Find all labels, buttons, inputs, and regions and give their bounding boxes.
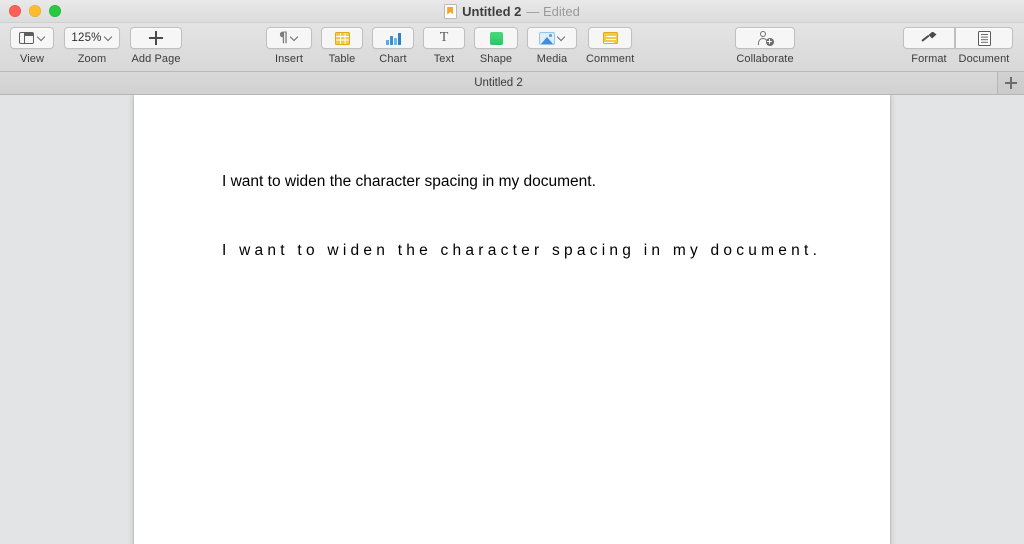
window-titlebar: Untitled 2 — Edited xyxy=(0,0,1024,23)
plus-icon xyxy=(1005,77,1017,89)
pages-app-window: Untitled 2 — Edited View 125% Zoom Add P… xyxy=(0,0,1024,544)
toolbar-item-shape[interactable]: Shape xyxy=(474,27,518,65)
zoom-level-value: 125% xyxy=(71,32,102,44)
document-page-icon xyxy=(977,30,991,46)
table-icon xyxy=(334,31,350,45)
document-line-normal-spacing[interactable]: I want to widen the character spacing in… xyxy=(222,173,596,191)
toolbar-item-zoom[interactable]: 125% Zoom xyxy=(64,27,120,65)
toolbar-item-text[interactable]: T Text xyxy=(423,27,465,65)
toolbar-item-format[interactable]: Format xyxy=(903,27,955,65)
toolbar-item-view[interactable]: View xyxy=(10,27,54,65)
tab-untitled-2[interactable]: Untitled 2 xyxy=(0,72,998,94)
toolbar-center-group: ¶ Insert Table Chart T Text Shape Media … xyxy=(266,27,634,65)
document-label: Document xyxy=(958,53,1010,65)
toolbar-item-document[interactable]: Document xyxy=(955,27,1013,65)
format-label: Format xyxy=(911,53,947,65)
minimize-button-icon[interactable] xyxy=(29,5,41,17)
traffic-lights xyxy=(0,5,61,17)
toolbar-item-media[interactable]: Media xyxy=(527,27,577,65)
zoom-button-icon[interactable] xyxy=(49,5,61,17)
comment-label: Comment xyxy=(586,53,635,65)
plus-icon xyxy=(149,31,163,45)
document-tab-bar: Untitled 2 xyxy=(0,72,1024,95)
document-line-widened-spacing[interactable]: I want to widen the character spacing in… xyxy=(222,242,821,260)
insert-button[interactable]: ¶ xyxy=(266,27,312,49)
chart-button[interactable] xyxy=(372,27,414,49)
shape-label: Shape xyxy=(479,53,513,65)
new-tab-button[interactable] xyxy=(998,72,1024,94)
zoom-label: Zoom xyxy=(77,53,107,65)
add-page-button[interactable] xyxy=(130,27,182,49)
text-button[interactable]: T xyxy=(423,27,465,49)
table-label: Table xyxy=(328,53,356,65)
toolbar-left-group: View 125% Zoom Add Page xyxy=(10,27,182,65)
zoom-button[interactable]: 125% xyxy=(64,27,120,49)
collaborate-button[interactable] xyxy=(735,27,795,49)
close-button-icon[interactable] xyxy=(9,5,21,17)
text-label: Text xyxy=(433,53,455,65)
document-button[interactable] xyxy=(955,27,1013,49)
comment-note-icon xyxy=(602,32,618,44)
photo-icon xyxy=(538,31,555,45)
chart-label: Chart xyxy=(379,53,407,65)
main-toolbar: View 125% Zoom Add Page ¶ Insert Table C… xyxy=(0,23,1024,72)
document-page[interactable]: I want to widen the character spacing in… xyxy=(134,95,890,544)
tab-label: Untitled 2 xyxy=(474,77,523,89)
green-square-shape-icon xyxy=(489,31,503,45)
shape-button[interactable] xyxy=(474,27,518,49)
table-button[interactable] xyxy=(321,27,363,49)
toolbar-collaborate-group: Collaborate xyxy=(735,27,795,65)
toolbar-item-add-page[interactable]: Add Page xyxy=(130,27,182,65)
toolbar-item-comment[interactable]: Comment xyxy=(586,27,634,65)
toolbar-right-group: Format Document xyxy=(903,27,1013,65)
text-t-icon: T xyxy=(439,30,449,45)
bar-chart-icon xyxy=(385,32,401,45)
add-page-label: Add Page xyxy=(131,53,181,65)
pilcrow-icon: ¶ xyxy=(279,30,288,46)
window-title-group: Untitled 2 — Edited xyxy=(0,0,1024,22)
insert-label: Insert xyxy=(274,53,304,65)
collaborate-label: Collaborate xyxy=(736,53,794,65)
paintbrush-icon xyxy=(921,31,937,46)
view-button[interactable] xyxy=(10,27,54,49)
comment-button[interactable] xyxy=(588,27,633,49)
toolbar-item-chart[interactable]: Chart xyxy=(372,27,414,65)
pages-document-icon xyxy=(444,3,458,19)
chevron-down-icon xyxy=(37,34,45,42)
media-label: Media xyxy=(536,53,568,65)
format-button[interactable] xyxy=(903,27,955,49)
toolbar-item-table[interactable]: Table xyxy=(321,27,363,65)
chevron-down-icon xyxy=(558,34,566,42)
document-canvas[interactable]: I want to widen the character spacing in… xyxy=(0,95,1024,544)
person-add-icon xyxy=(757,31,774,46)
media-button[interactable] xyxy=(527,27,577,49)
toolbar-item-insert[interactable]: ¶ Insert xyxy=(266,27,312,65)
window-title: Untitled 2 xyxy=(462,3,522,19)
chevron-down-icon xyxy=(105,34,113,42)
layout-view-icon xyxy=(19,32,34,44)
view-label: View xyxy=(19,53,45,65)
toolbar-item-collaborate[interactable]: Collaborate xyxy=(735,27,795,65)
chevron-down-icon xyxy=(291,34,299,42)
window-edited-status: — Edited xyxy=(526,3,580,19)
